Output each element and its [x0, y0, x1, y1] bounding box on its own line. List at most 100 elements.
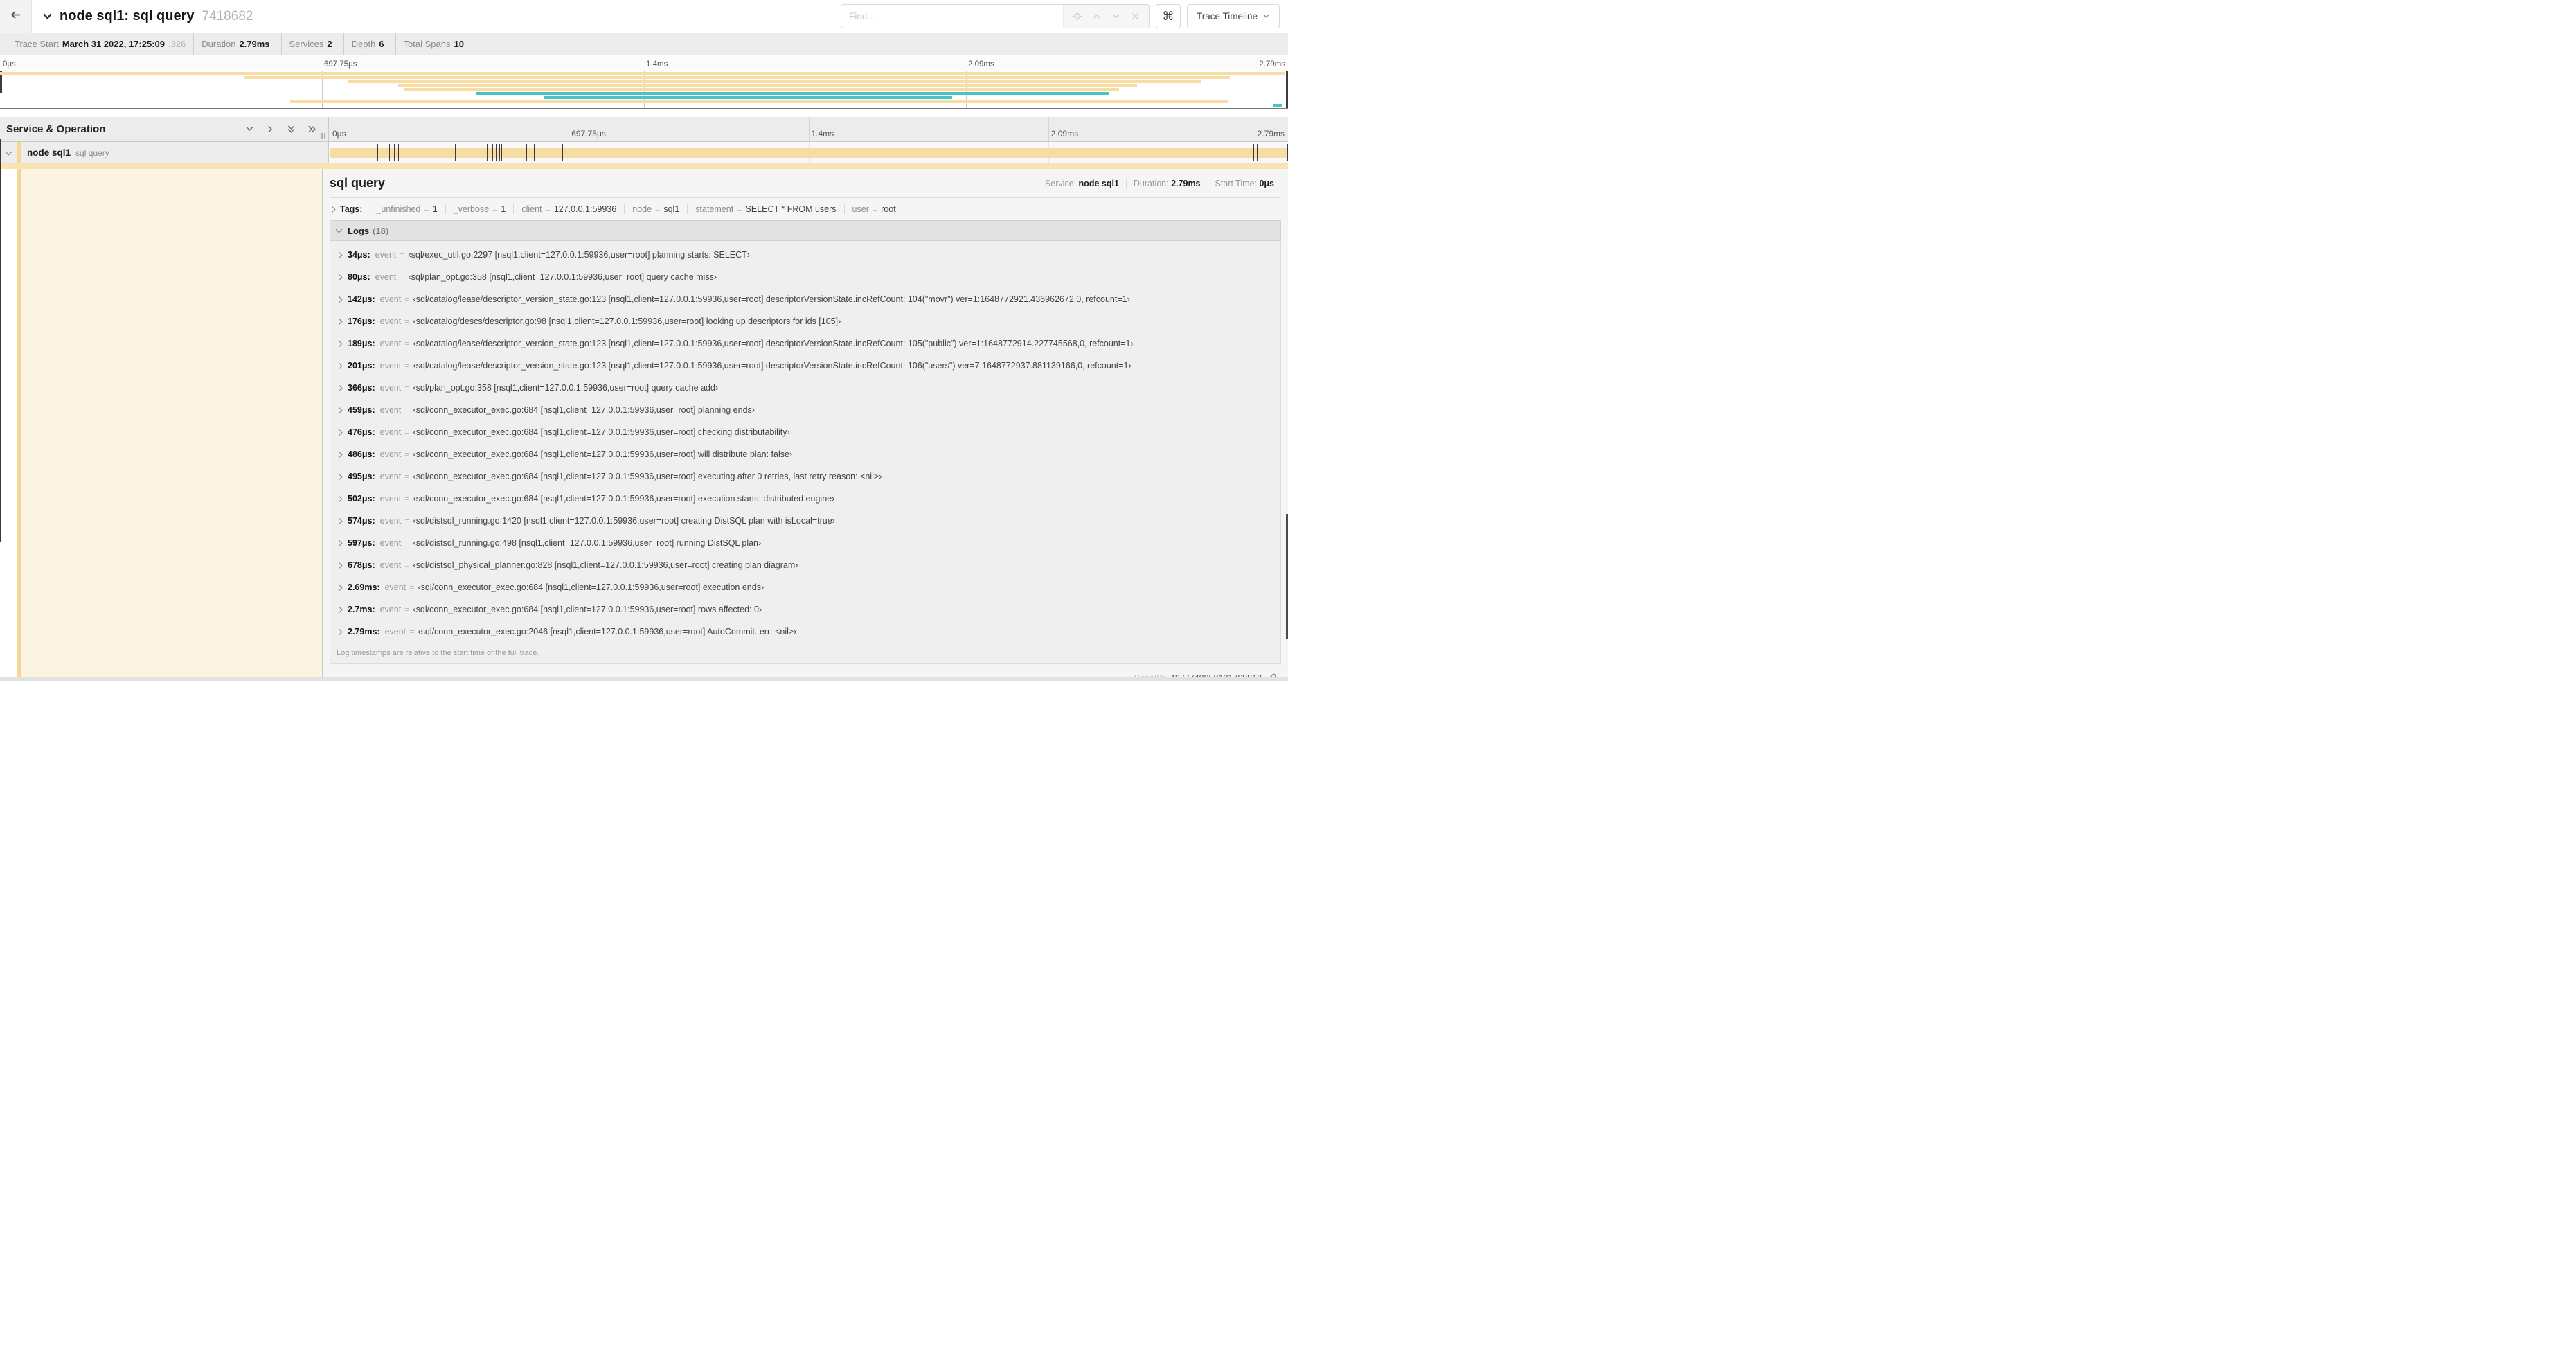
log-marker-tick[interactable]: [496, 144, 497, 161]
prev-match-icon[interactable]: [1091, 11, 1102, 21]
minimap-span-bar: [244, 75, 1231, 80]
log-marker-tick[interactable]: [486, 144, 488, 161]
span-duration-bar[interactable]: [330, 148, 1287, 158]
log-timestamp: 486μs:: [348, 449, 375, 459]
log-field-key: event: [379, 538, 402, 548]
tag-value: SELECT * FROM users: [745, 204, 837, 214]
log-entry[interactable]: 2.79ms: event = ‹sql/conn_executor_exec.…: [330, 621, 1280, 643]
log-field-key: event: [379, 494, 402, 504]
log-entry[interactable]: 34μs: event = ‹sql/exec_util.go:2297 [ns…: [330, 244, 1280, 266]
log-marker-tick[interactable]: [393, 144, 395, 161]
tag-value: sql1: [663, 204, 680, 214]
log-marker-tick[interactable]: [1257, 144, 1258, 161]
log-entry[interactable]: 476μs: event = ‹sql/conn_executor_exec.g…: [330, 421, 1280, 443]
log-marker-tick[interactable]: [1287, 144, 1288, 161]
log-field-key: event: [375, 272, 397, 282]
find-suffix: [1062, 5, 1149, 28]
log-entry[interactable]: 2.69ms: event = ‹sql/conn_executor_exec.…: [330, 576, 1280, 598]
collapse-one-icon[interactable]: [244, 124, 255, 134]
log-entry[interactable]: 80μs: event = ‹sql/plan_opt.go:358 [nsql…: [330, 266, 1280, 288]
timeline-minimap[interactable]: 0μs 697.75μs 1.4ms 2.09ms 2.79ms: [0, 55, 1288, 109]
log-marker-tick[interactable]: [377, 144, 379, 161]
minimap-canvas[interactable]: [0, 71, 1288, 109]
summary-value-suffix: .326: [168, 39, 186, 49]
log-entry[interactable]: 366μs: event = ‹sql/plan_opt.go:358 [nsq…: [330, 377, 1280, 399]
log-entry[interactable]: 459μs: event = ‹sql/conn_executor_exec.g…: [330, 399, 1280, 421]
log-timestamp: 597μs:: [348, 538, 375, 548]
locate-icon[interactable]: [1072, 11, 1082, 21]
log-equals: =: [409, 627, 415, 636]
logs-header[interactable]: Logs (18): [330, 220, 1281, 241]
trace-summary-item: Services 2: [280, 33, 343, 55]
column-resizer-handle[interactable]: [321, 133, 325, 139]
chevron-down-icon[interactable]: [5, 148, 12, 155]
log-marker-tick[interactable]: [526, 144, 527, 161]
minimap-span-bar: [397, 84, 1138, 87]
meta-label: Service:: [1044, 178, 1077, 188]
log-entry[interactable]: 486μs: event = ‹sql/conn_executor_exec.g…: [330, 443, 1280, 465]
span-detail-header: sql query Service: node sql1 Duration: 2…: [330, 176, 1281, 190]
log-entry[interactable]: 2.7ms: event = ‹sql/conn_executor_exec.g…: [330, 598, 1280, 621]
log-timestamp: 502μs:: [348, 494, 375, 504]
log-field-key: event: [379, 383, 402, 393]
expand-all-icon[interactable]: [307, 124, 317, 134]
collapse-chevron-icon[interactable]: [42, 10, 53, 22]
log-timestamp: 2.79ms:: [348, 627, 380, 636]
window-left-edge: [0, 139, 1, 542]
chevron-right-icon: [335, 584, 343, 591]
log-entry[interactable]: 495μs: event = ‹sql/conn_executor_exec.g…: [330, 465, 1280, 488]
log-marker-tick[interactable]: [1253, 144, 1255, 161]
log-marker-tick[interactable]: [389, 144, 391, 161]
chevron-right-icon[interactable]: [328, 206, 336, 213]
log-entry[interactable]: 142μs: event = ‹sql/catalog/lease/descri…: [330, 288, 1280, 310]
minimap-span-bar: [289, 99, 1229, 103]
span-detail-meta: Service: node sql1 Duration: 2.79ms Star…: [1038, 178, 1281, 188]
span-detail-panel: sql query Service: node sql1 Duration: 2…: [322, 169, 1288, 677]
log-equals: =: [404, 317, 410, 326]
clear-search-icon[interactable]: [1130, 11, 1141, 21]
span-row-name-cell[interactable]: node sql1 sql query: [0, 142, 328, 163]
log-entry[interactable]: 678μs: event = ‹sql/distsql_physical_pla…: [330, 554, 1280, 576]
log-entry[interactable]: 597μs: event = ‹sql/distsql_running.go:4…: [330, 532, 1280, 554]
log-entry[interactable]: 189μs: event = ‹sql/catalog/lease/descri…: [330, 332, 1280, 355]
next-match-icon[interactable]: [1111, 11, 1121, 21]
log-marker-tick[interactable]: [499, 144, 500, 161]
log-marker-tick[interactable]: [492, 144, 494, 161]
log-marker-tick[interactable]: [562, 144, 563, 161]
find-input[interactable]: [841, 5, 1063, 28]
trace-summary-item: Depth 6: [343, 33, 395, 55]
view-dropdown-button[interactable]: Trace Timeline: [1186, 4, 1280, 28]
log-entry[interactable]: 201μs: event = ‹sql/catalog/lease/descri…: [330, 355, 1280, 377]
summary-value: 10: [454, 39, 464, 49]
log-message: ‹sql/conn_executor_exec.go:684 [nsql1,cl…: [413, 449, 793, 459]
tags-row[interactable]: Tags: _unfinished = 1 _verbose = 1 clien…: [328, 204, 1281, 214]
logs-header-text: Logs (18): [348, 226, 388, 236]
link-icon[interactable]: [1267, 672, 1277, 677]
expand-one-icon[interactable]: [265, 124, 276, 134]
log-timestamp: 189μs:: [348, 339, 375, 348]
log-marker-tick[interactable]: [454, 144, 456, 161]
tag-value: 127.0.0.1:59936: [553, 204, 617, 214]
tag-key: node: [632, 204, 652, 214]
vertical-scrollbar-thumb[interactable]: [1286, 514, 1288, 639]
log-entry[interactable]: 574μs: event = ‹sql/distsql_running.go:1…: [330, 510, 1280, 532]
chevron-right-icon: [335, 628, 343, 635]
axis-tick: 2.09ms: [1050, 129, 1079, 139]
log-entry[interactable]: 502μs: event = ‹sql/conn_executor_exec.g…: [330, 488, 1280, 510]
collapse-all-icon[interactable]: [286, 124, 296, 134]
log-timestamp: 176μs:: [348, 317, 375, 326]
span-row-timeline-cell[interactable]: [328, 142, 1288, 163]
log-message: ‹sql/plan_opt.go:358 [nsql1,client=127.0…: [413, 383, 719, 393]
log-entry[interactable]: 176μs: event = ‹sql/catalog/descs/descri…: [330, 310, 1280, 332]
log-marker-tick[interactable]: [534, 144, 535, 161]
back-button[interactable]: [0, 0, 32, 33]
summary-value: March 31 2022, 17:25:09: [62, 39, 165, 49]
summary-label: Services: [289, 39, 324, 49]
minimap-right-handle[interactable]: [1286, 71, 1288, 108]
trace-title-wrap: node sql1: sql query 7418682: [32, 8, 253, 24]
keyboard-shortcuts-button[interactable]: ⌘: [1155, 4, 1181, 28]
log-marker-tick[interactable]: [397, 144, 399, 161]
summary-value: 2: [327, 39, 332, 49]
log-marker-tick[interactable]: [501, 144, 503, 161]
tag-item: _unfinished = 1: [368, 204, 445, 214]
